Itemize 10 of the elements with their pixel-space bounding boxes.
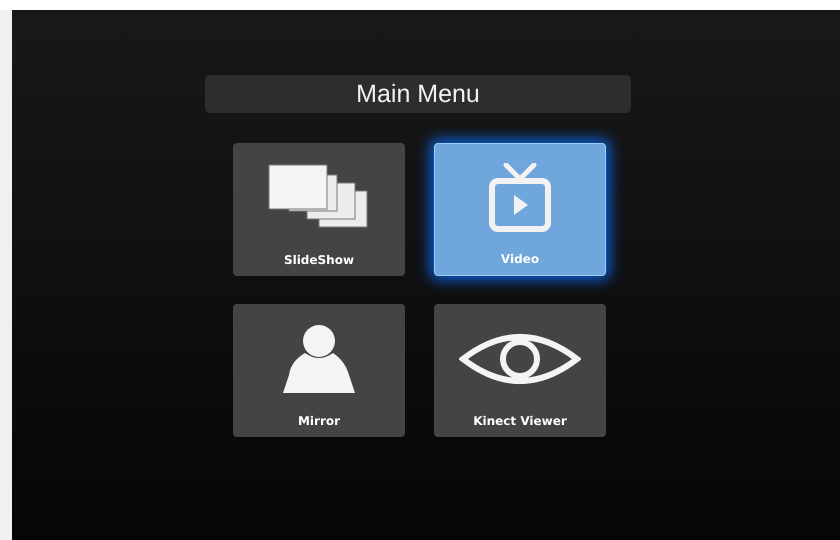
person-icon [281,323,357,395]
tile-label: Kinect Viewer [473,414,567,428]
menu-tile[interactable]: SlideShow [233,143,405,276]
menu-title: Main Menu [205,75,631,113]
tile-label: Mirror [298,414,340,428]
tile-label: Video [500,252,540,266]
menu-tile[interactable]: Mirror [233,304,405,437]
tv-play-icon [488,163,552,233]
tile-label: SlideShow [284,253,354,267]
menu-tile[interactable]: Kinect Viewer [434,304,606,437]
